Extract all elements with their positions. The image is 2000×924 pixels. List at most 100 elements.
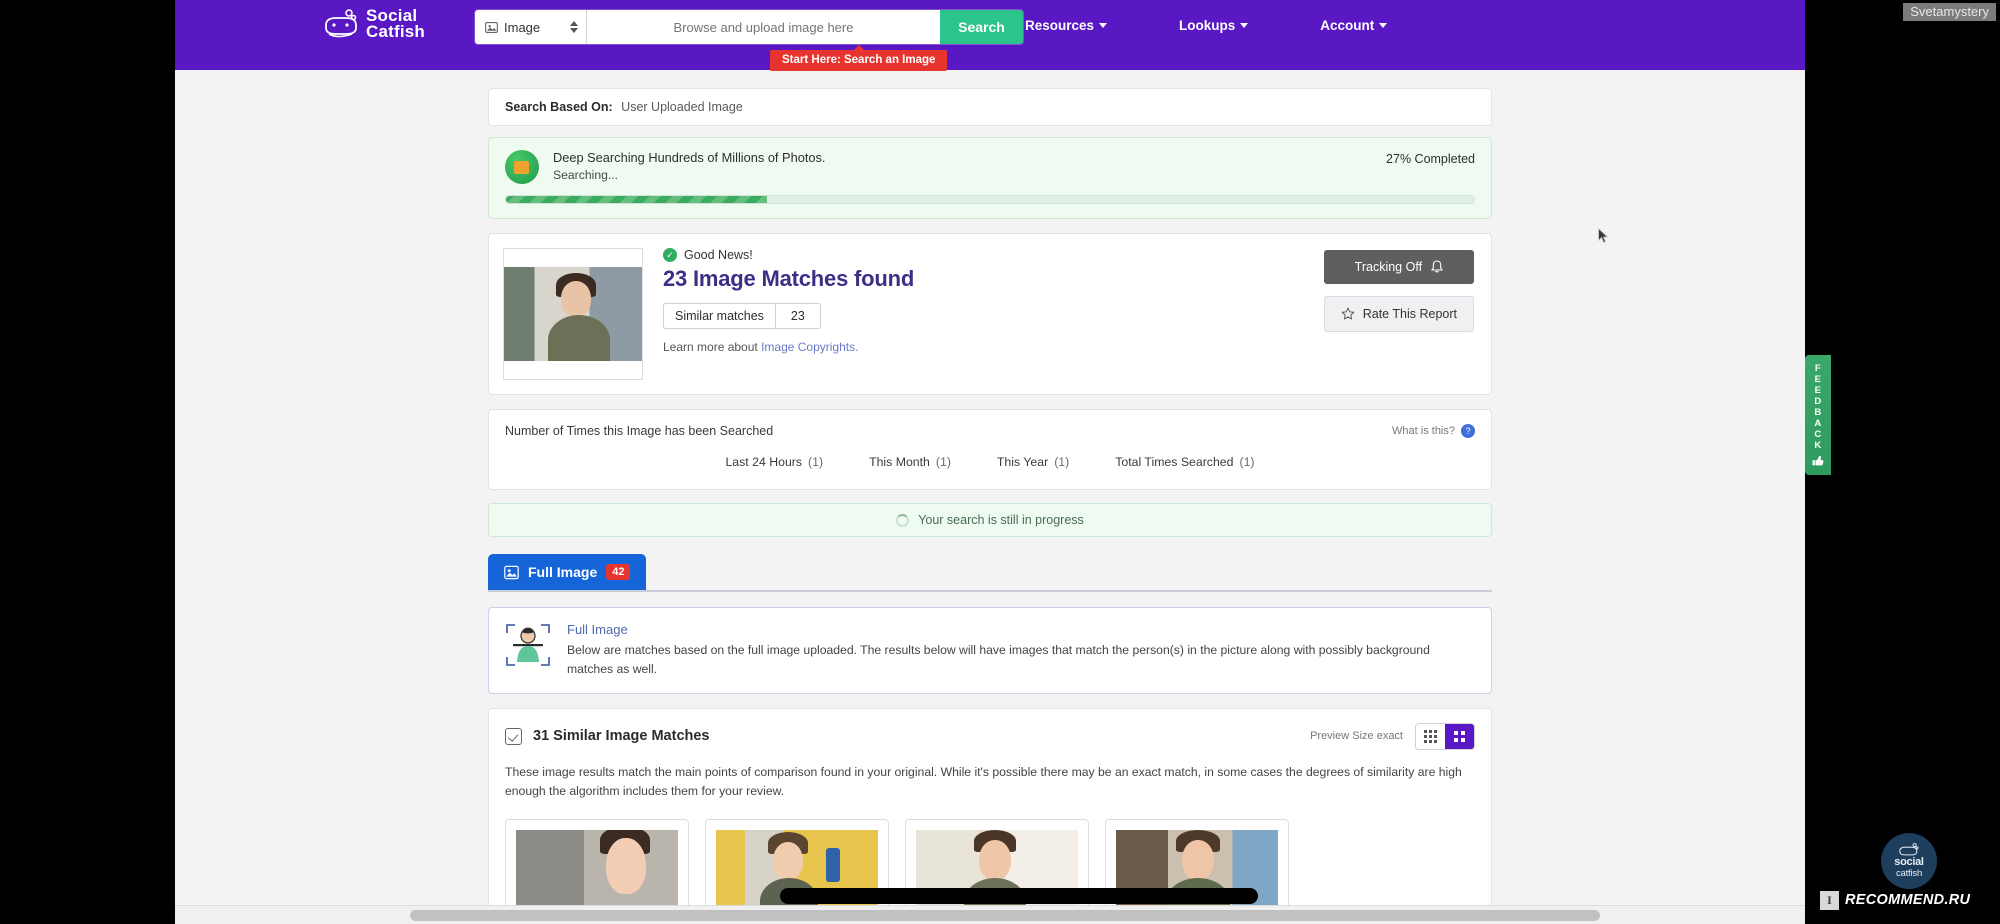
nav-item-lookups-label: Lookups [1179, 18, 1236, 33]
match-summary-card: ✓ Good News! 23 Image Matches found Simi… [488, 233, 1492, 395]
stat-total-times-searched: Total Times Searched (1) [1115, 455, 1254, 469]
results-tabs: Full Image 42 [488, 554, 1492, 592]
tab-full-image-label: Full Image [528, 564, 598, 580]
search-input[interactable] [587, 10, 940, 44]
uploaded-image-thumbnail[interactable] [503, 248, 643, 380]
small-grid-icon [1424, 729, 1437, 743]
checklist-icon [505, 727, 522, 745]
recommend-badge-icon: I [1820, 890, 1839, 910]
progress-percent-label: 27% Completed [1386, 152, 1475, 166]
stat-last-24-hours: Last 24 Hours (1) [725, 455, 823, 469]
watermark-line2: catfish [1895, 868, 1923, 879]
globe-icon [505, 150, 539, 184]
stat-value: (1) [1239, 455, 1255, 469]
rate-report-button[interactable]: Rate This Report [1323, 296, 1474, 332]
search-based-on-label: Search Based On: [505, 100, 613, 114]
start-here-tooltip: Start Here: Search an Image [770, 50, 948, 71]
matches-found-headline: 23 Image Matches found [663, 266, 915, 291]
what-is-this-link[interactable]: What is this? ? [1392, 424, 1475, 438]
image-copyrights-link[interactable]: Image Copyrights. [761, 340, 858, 354]
mouse-cursor [1598, 228, 1609, 244]
feedback-letter: E [1814, 373, 1822, 385]
full-image-info-panel: Full Image Below are matches based on th… [488, 607, 1492, 694]
stat-label: Total Times Searched [1115, 455, 1234, 469]
user-label-overlay: Svetamystery [1903, 3, 1996, 21]
similar-matches-pill-value: 23 [790, 309, 805, 323]
nav-item-resources[interactable]: Resources [1025, 18, 1108, 33]
check-circle-icon: ✓ [663, 248, 677, 262]
stat-value: (1) [808, 455, 824, 469]
search-button[interactable]: Search [940, 10, 1023, 44]
similar-matches-pill-label: Similar matches [664, 304, 776, 328]
logo-text-line2: Catfish [366, 22, 426, 41]
tracking-toggle-button[interactable]: Tracking Off [1323, 250, 1474, 284]
stat-value: (1) [1054, 455, 1070, 469]
chevron-down-icon [1379, 23, 1388, 28]
tab-full-image-badge: 42 [606, 564, 631, 580]
uploaded-image [504, 267, 642, 361]
stat-label: Last 24 Hours [725, 455, 803, 469]
rate-report-label: Rate This Report [1362, 307, 1457, 321]
horizontal-scrollbar[interactable] [175, 905, 1805, 924]
large-grid-icon [1454, 730, 1465, 742]
similar-matches-description: These image results match the main point… [505, 764, 1462, 799]
similar-matches-card: 31 Similar Image Matches Preview Size ex… [488, 707, 1492, 905]
stat-this-month: This Month (1) [869, 455, 951, 469]
search-in-progress-banner: Your search is still in progress [488, 503, 1492, 537]
person-frame-icon [505, 622, 551, 668]
main-nav: Resources Lookups Account [1025, 18, 1388, 33]
watermark-line1: social [1894, 856, 1924, 868]
tab-full-image[interactable]: Full Image 42 [488, 554, 647, 590]
chevron-down-icon [1099, 23, 1108, 28]
feedback-letter: D [1814, 395, 1822, 407]
search-based-on-value: User Uploaded Image [621, 100, 743, 114]
feedback-letter: E [1814, 384, 1822, 396]
social-catfish-watermark: social catfish [1881, 833, 1937, 889]
preview-size-toggle [1415, 722, 1475, 750]
learn-more-line: Learn more about Image Copyrights. [663, 340, 1324, 354]
chevron-down-icon [1240, 23, 1249, 28]
search-type-label: Image [504, 19, 541, 35]
times-searched-stats: Last 24 Hours (1) This Month (1) This Year… [505, 455, 1475, 469]
feedback-letter: C [1814, 428, 1822, 440]
feedback-letter: F [1814, 362, 1822, 374]
recommend-text: RECOMMEND.RU [1845, 892, 1971, 908]
match-result-1[interactable] [505, 818, 689, 905]
feedback-letter: B [1814, 406, 1822, 418]
question-mark-icon: ? [1461, 424, 1475, 438]
feedback-tab[interactable]: F E E D B A C K [1805, 355, 1831, 475]
browser-page: Social Catfish Image Search Start H [175, 0, 1805, 905]
match-result-image [516, 829, 678, 905]
preview-size-large-button[interactable] [1445, 723, 1474, 749]
nav-item-lookups[interactable]: Lookups [1179, 18, 1249, 33]
spinner-arrows-icon[interactable] [570, 21, 578, 33]
search-type-select[interactable]: Image [475, 10, 587, 44]
bell-icon [1431, 260, 1444, 273]
stat-value: (1) [935, 455, 951, 469]
image-icon [485, 21, 498, 33]
redaction-bar [780, 888, 1258, 904]
deep-search-progress-card: Deep Searching Hundreds of Millions of P… [488, 137, 1492, 219]
feedback-letter: A [1814, 417, 1822, 429]
nav-item-account-label: Account [1320, 18, 1375, 33]
similar-matches-title: 31 Similar Image Matches [533, 728, 710, 745]
recommend-watermark: I RECOMMEND.RU [1820, 888, 1970, 912]
nav-item-account[interactable]: Account [1320, 18, 1388, 33]
feedback-letter: K [1814, 439, 1822, 451]
image-icon [504, 565, 519, 579]
preview-size-small-button[interactable] [1416, 723, 1445, 749]
progress-bar [505, 195, 1475, 204]
times-searched-card: Number of Times this Image has been Sear… [488, 409, 1492, 490]
stat-label: This Year [996, 455, 1049, 469]
site-logo[interactable]: Social Catfish [323, 7, 426, 41]
full-image-panel-title: Full Image [567, 622, 628, 637]
times-searched-title: Number of Times this Image has been Sear… [505, 424, 774, 438]
screenshot-root: Social Catfish Image Search Start H [0, 0, 2000, 924]
loading-spinner-icon [896, 513, 910, 527]
thumbs-up-icon [1812, 455, 1824, 465]
good-news-badge: Good News! [684, 248, 753, 262]
search-in-progress-text: Your search is still in progress [918, 513, 1084, 527]
catfish-logo-icon [1899, 843, 1919, 856]
horizontal-scrollbar-thumb[interactable] [410, 910, 1600, 921]
what-is-this-label: What is this? [1392, 425, 1455, 437]
